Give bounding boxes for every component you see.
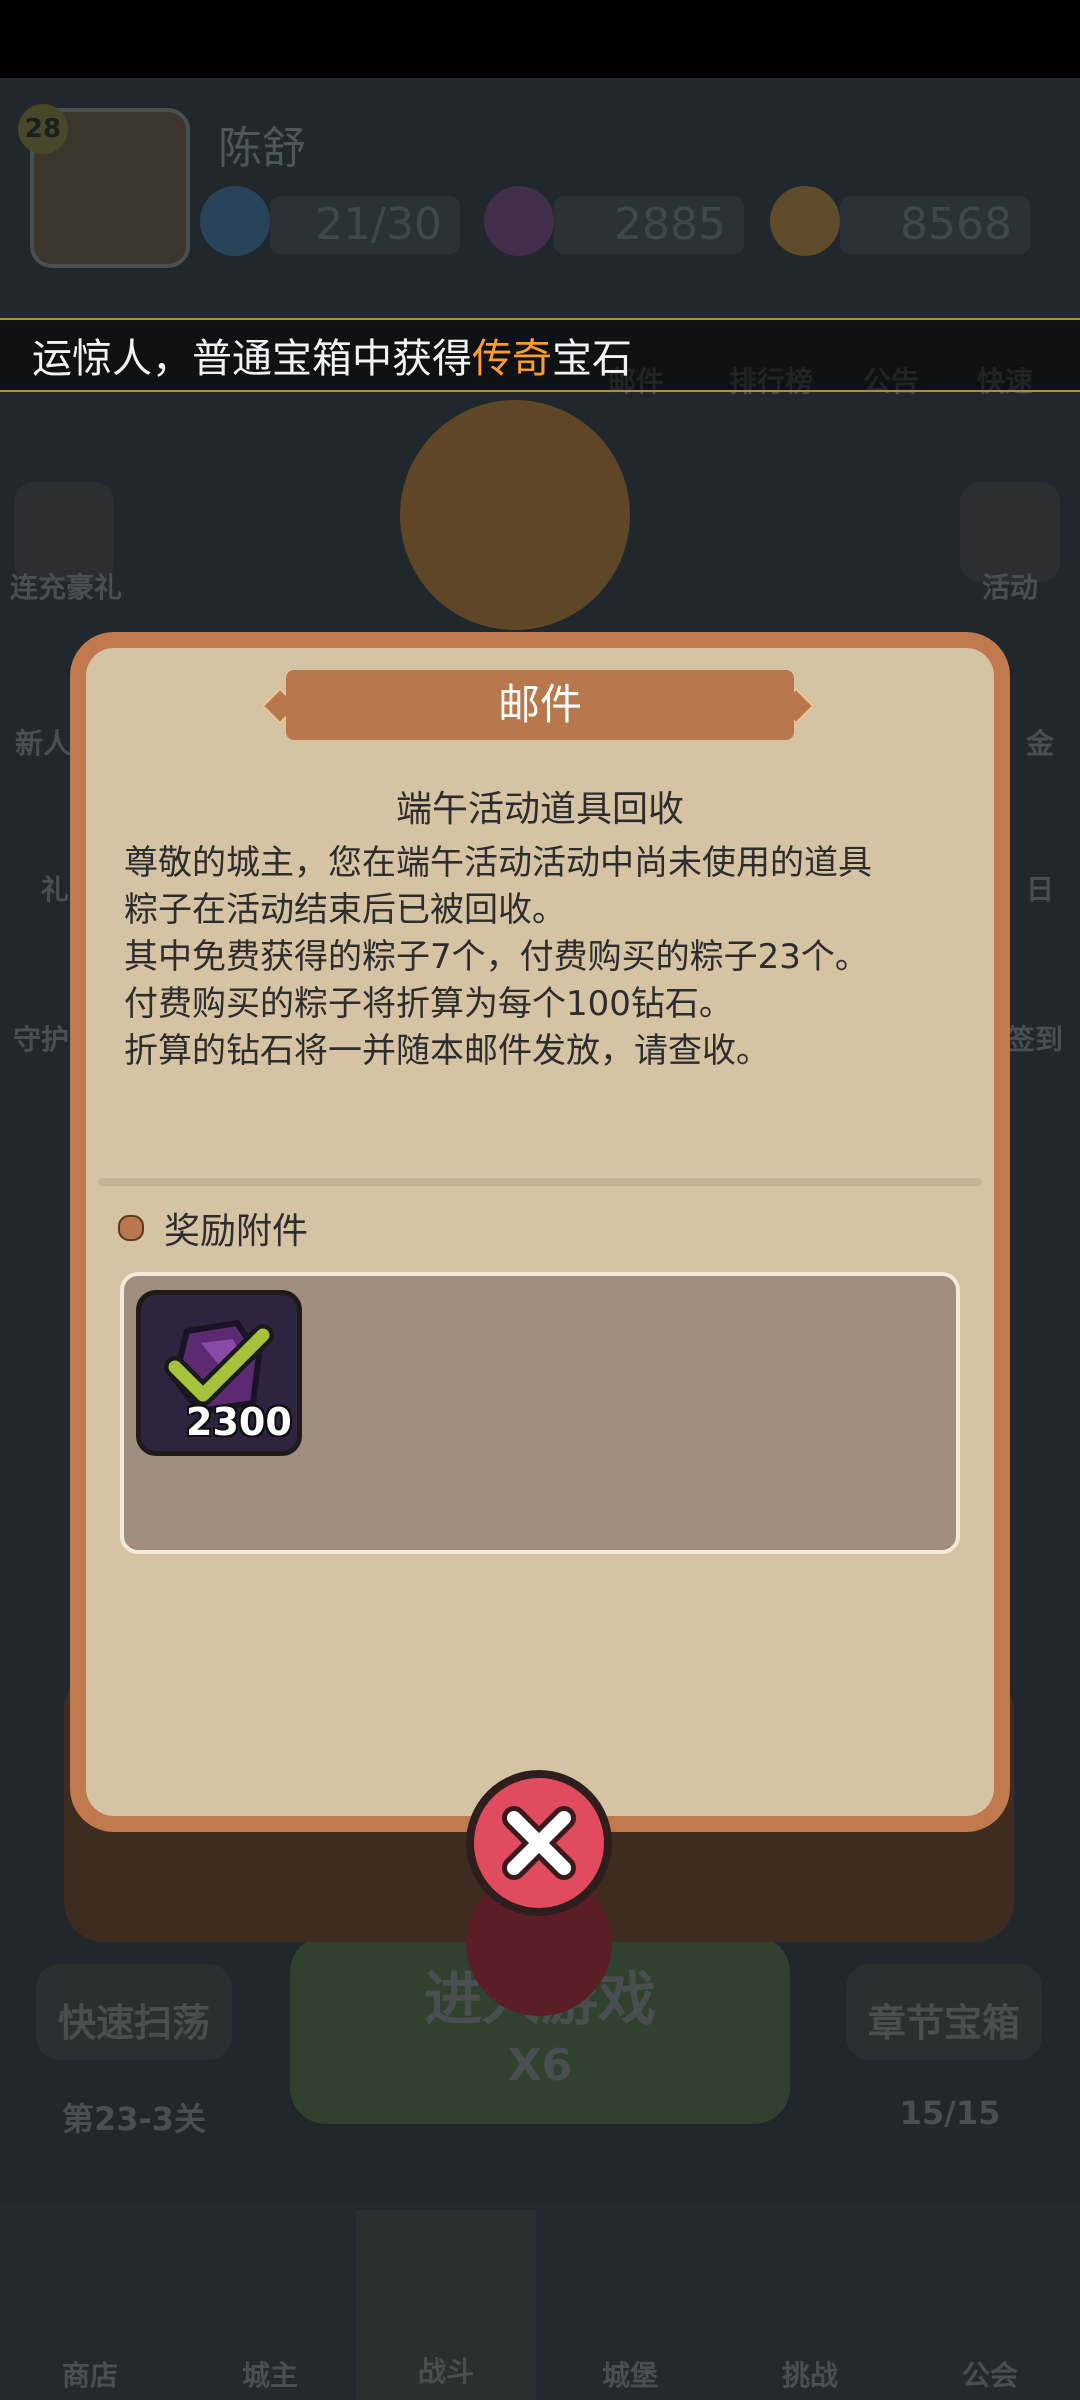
gold-label[interactable]: 金: [1010, 722, 1070, 762]
nav-guild[interactable]: 公会: [900, 2204, 1080, 2400]
divider: [98, 1178, 982, 1186]
play-cost-label: X6: [507, 2040, 573, 2091]
chapter-chest-label: 章节宝箱: [867, 2001, 1020, 2045]
announcement-highlight: 传奇: [472, 336, 552, 382]
guild-icon: [900, 2204, 1080, 2354]
hero-character: [400, 400, 630, 630]
gem-value: 2885: [554, 196, 744, 254]
challenge-icon: [720, 2204, 900, 2354]
mail-body-line: 尊敬的城主，您在端午活动活动中尚未使用的道具: [124, 843, 872, 883]
swords-icon: [356, 2210, 536, 2350]
recharge-gift-label: 连充豪礼: [9, 571, 122, 604]
mail-body-line: 粽子在活动结束后已被回收。: [124, 890, 566, 930]
mail-body: 尊敬的城主，您在端午活动活动中尚未使用的道具 粽子在活动结束后已被回收。 其中免…: [124, 840, 964, 1075]
event-label: 活动: [981, 571, 1038, 604]
mail-body-line: 其中免费获得的粽子7个，付费购买的粽子23个。: [124, 937, 869, 977]
player-name: 陈舒: [218, 123, 306, 174]
reward-attachment-label: 奖励附件: [164, 1211, 309, 1252]
nav-battle[interactable]: 战斗: [356, 2210, 536, 2400]
nav-castle[interactable]: 城堡: [540, 2204, 720, 2400]
shop-icon: [0, 2204, 180, 2354]
stars-label: 15/15: [899, 2094, 1001, 2132]
mail-body-line: 折算的钻石将一并随本邮件发放，请查收。: [124, 1031, 770, 1071]
close-icon: [502, 1806, 576, 1880]
mail-title: 邮件: [286, 670, 794, 740]
mail-body-line: 付费购买的粽子将折算为每个100钻石。: [124, 984, 733, 1024]
crown-icon: [180, 2204, 360, 2354]
newbie-label[interactable]: 新人: [8, 722, 78, 762]
nav-challenge[interactable]: 挑战: [720, 2204, 900, 2400]
daily-label[interactable]: 日: [1010, 868, 1070, 908]
gem-icon[interactable]: [484, 186, 554, 256]
status-bar: [0, 0, 1080, 78]
bullet-icon: [118, 1215, 144, 1241]
stage-label: 第23-3关: [61, 2100, 207, 2138]
close-button[interactable]: [466, 1770, 612, 1916]
mail-subject: 端午活动道具回收: [395, 789, 684, 830]
energy-value: 21/30: [270, 196, 460, 254]
coin-icon[interactable]: [770, 186, 840, 256]
energy-icon[interactable]: [200, 186, 270, 256]
reward-item-count: 2300: [186, 1400, 292, 1444]
guard-label[interactable]: 守护: [6, 1018, 76, 1058]
nav-lord[interactable]: 城主: [180, 2204, 360, 2400]
quick-sweep-label: 快速扫荡: [57, 2001, 210, 2045]
checkin-label[interactable]: 签到: [1000, 1018, 1070, 1058]
nav-shop[interactable]: 商店: [0, 2204, 180, 2400]
coin-value: 8568: [840, 196, 1030, 254]
player-level-badge: 28: [18, 104, 68, 154]
castle-icon: [540, 2204, 720, 2354]
announcement-text: 运惊人，普通宝箱中获得传奇宝石: [32, 336, 632, 382]
